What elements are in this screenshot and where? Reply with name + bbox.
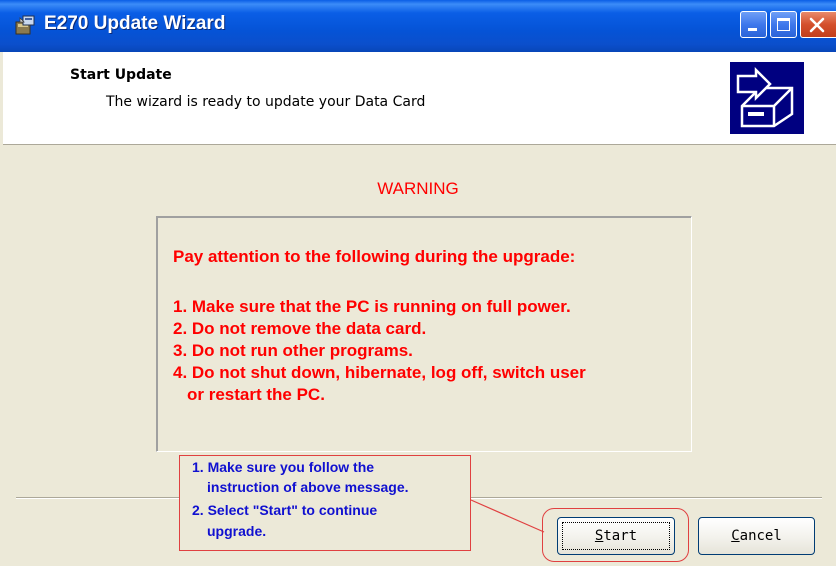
instruction-annotation: 1. Make sure you follow the instruction … — [179, 455, 471, 551]
start-button[interactable]: Start — [557, 517, 675, 555]
focus-rectangle — [562, 522, 670, 550]
cancel-label: ancel — [739, 528, 782, 544]
instruction-line: upgrade. — [207, 523, 267, 539]
instruction-line: 1. Make sure you follow the — [192, 459, 375, 475]
instruction-line: 2. Select "Start" to continue — [192, 502, 378, 518]
instruction-line: instruction of above message. — [207, 479, 409, 495]
cancel-mnemonic: C — [731, 528, 740, 544]
update-wizard-window: E270 Update Wizard Start Update The wiza… — [0, 0, 836, 566]
cancel-button[interactable]: Cancel — [698, 517, 815, 555]
